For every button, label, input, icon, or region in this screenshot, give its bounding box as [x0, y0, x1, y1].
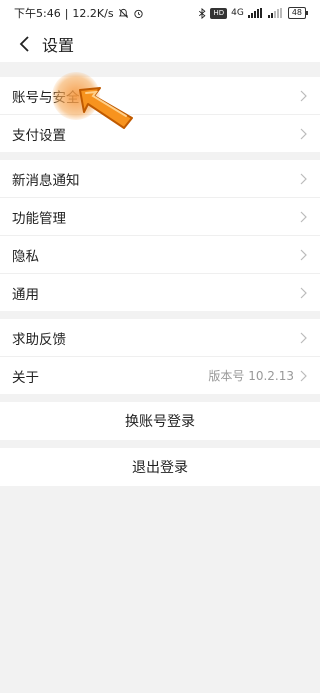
back-button[interactable] — [12, 32, 36, 56]
row-general[interactable]: 通用 — [0, 274, 320, 311]
row-payment-settings[interactable]: 支付设置 — [0, 115, 320, 152]
settings-section-help: 求助反馈 关于 版本号 10.2.13 — [0, 319, 320, 394]
page-title: 设置 — [42, 36, 75, 55]
row-label: 隐私 — [12, 248, 39, 265]
header-bar: 设置 — [0, 26, 320, 62]
signal-2-icon — [267, 8, 282, 18]
status-sep: | — [64, 6, 69, 20]
pointer-arrow-icon — [79, 87, 133, 129]
row-label: 新消息通知 — [12, 172, 80, 189]
chevron-left-icon — [19, 36, 29, 52]
chevron-right-icon — [300, 173, 307, 184]
signal-icon — [247, 8, 262, 18]
network-speed: 12.2K/s — [72, 6, 114, 20]
settings-section-general: 新消息通知 功能管理 隐私 通用 — [0, 160, 320, 311]
switch-account-button[interactable]: 换账号登录 — [0, 402, 320, 440]
network-type: 4G — [231, 8, 244, 18]
row-account-security[interactable]: 账号与安全 — [0, 77, 320, 115]
row-privacy[interactable]: 隐私 — [0, 236, 320, 274]
chevron-right-icon — [300, 211, 307, 222]
row-label: 功能管理 — [12, 210, 66, 227]
row-help-feedback[interactable]: 求助反馈 — [0, 319, 320, 357]
settings-section-account: 账号与安全 支付设置 — [0, 77, 320, 152]
logout-button[interactable]: 退出登录 — [0, 448, 320, 486]
status-time: 下午5:46 — [14, 7, 61, 20]
bluetooth-icon — [199, 7, 206, 19]
row-feature-management[interactable]: 功能管理 — [0, 198, 320, 236]
chevron-right-icon — [300, 128, 307, 139]
mute-bell-icon — [118, 8, 128, 18]
hd-badge: HD — [210, 7, 228, 19]
chevron-right-icon — [300, 249, 307, 260]
row-about[interactable]: 关于 版本号 10.2.13 — [0, 357, 320, 394]
version-text: 版本号 10.2.13 — [208, 369, 294, 383]
status-bar: 下午5:46 | 12.2K/s HD 4G 48 — [0, 0, 320, 26]
row-label: 求助反馈 — [12, 331, 66, 348]
alarm-clock-icon — [133, 9, 143, 18]
row-label: 支付设置 — [12, 127, 66, 144]
battery-indicator: 48 — [287, 7, 309, 19]
chevron-right-icon — [300, 287, 307, 298]
row-label: 通用 — [12, 286, 39, 303]
chevron-right-icon — [300, 370, 307, 381]
chevron-right-icon — [300, 332, 307, 343]
chevron-right-icon — [300, 90, 307, 101]
row-notifications[interactable]: 新消息通知 — [0, 160, 320, 198]
row-label: 关于 — [12, 369, 39, 386]
